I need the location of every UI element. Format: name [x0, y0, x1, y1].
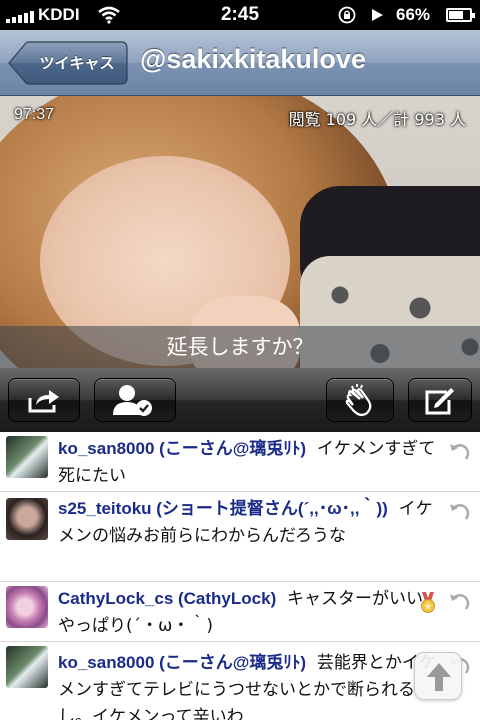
comment-row[interactable]: ko_san8000 (こーさん@璃兎ﾘﾄ) イケメンすぎて死にたい [0, 432, 480, 492]
reply-icon[interactable] [448, 440, 472, 464]
comment-text: s25_teitoku (ショート提督さん(´,,･ω･,,｀)) イケメンの悩… [58, 495, 438, 550]
comment-row[interactable]: s25_teitoku (ショート提督さん(´,,･ω･,,｀)) イケメンの悩… [0, 492, 480, 582]
comment-text: ko_san8000 (こーさん@璃兎ﾘﾄ) イケメンすぎて死にたい [58, 435, 438, 490]
elapsed-time: 97:37 [14, 106, 55, 123]
comment-row[interactable]: CathyLock_cs (CathyLock) キャスターがいいやっぱり(´・… [0, 582, 480, 642]
follow-user-icon [113, 385, 152, 416]
clap-button[interactable] [326, 378, 394, 422]
status-bar: KDDI 2:45 66% [0, 0, 480, 30]
extend-prompt[interactable]: 延長しますか？ [0, 326, 480, 368]
arrow-up-icon [427, 663, 451, 691]
toolbar [0, 368, 480, 432]
avatar[interactable] [6, 586, 48, 628]
reply-icon[interactable] [448, 500, 472, 524]
comment-text: ko_san8000 (こーさん@璃兎ﾘﾄ) 芸能界とかイケメンすぎてテレビにう… [58, 649, 438, 720]
play-icon [372, 9, 383, 21]
viewer-count: 閲覧 109 人／計 993 人 [288, 110, 466, 129]
comment-username[interactable]: ko_san8000 (こーさん@璃兎ﾘﾄ) [58, 439, 306, 458]
page-title: @sakixkitakulove [140, 44, 366, 74]
comment-row[interactable]: ko_san8000 (こーさん@璃兎ﾘﾄ) 芸能界とかイケメンすぎてテレビにう… [0, 642, 480, 720]
compose-icon [425, 388, 454, 415]
comment-text: CathyLock_cs (CathyLock) キャスターがいいやっぱり(´・… [58, 585, 438, 640]
avatar[interactable] [6, 498, 48, 540]
clap-icon [345, 384, 372, 417]
share-button[interactable] [8, 378, 80, 422]
navigation-bar: ツイキャス @sakixkitakulove [0, 30, 480, 96]
reply-icon[interactable] [448, 590, 472, 614]
compose-button[interactable] [408, 378, 472, 422]
follow-button[interactable] [94, 378, 176, 422]
comment-username[interactable]: CathyLock_cs (CathyLock) [58, 589, 276, 608]
share-icon [28, 390, 59, 413]
back-button[interactable]: ツイキャス [8, 41, 128, 85]
medal-badge-icon [421, 592, 435, 613]
avatar[interactable] [6, 646, 48, 688]
rotation-lock-icon [338, 6, 356, 24]
comment-username[interactable]: ko_san8000 (こーさん@璃兎ﾘﾄ) [58, 653, 306, 672]
comment-username[interactable]: s25_teitoku (ショート提督さん(´,,･ω･,,｀)) [58, 499, 388, 518]
live-video[interactable]: 97:37 閲覧 109 人／計 993 人 延長しますか？ [0, 96, 480, 368]
scroll-to-top-button[interactable] [414, 652, 462, 700]
avatar[interactable] [6, 436, 48, 478]
battery-percent: 66% [396, 5, 431, 24]
battery-icon [446, 8, 475, 22]
back-button-label: ツイキャス [39, 54, 115, 72]
comment-list[interactable]: ko_san8000 (こーさん@璃兎ﾘﾄ) イケメンすぎて死にたい s25_t… [0, 432, 480, 720]
